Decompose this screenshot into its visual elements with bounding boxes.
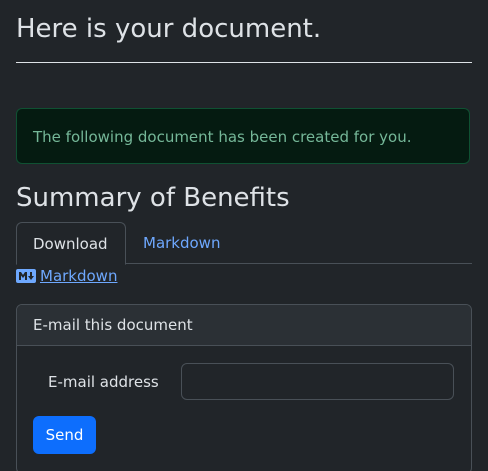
alert-text: The following document has been created … — [33, 128, 412, 146]
success-alert: The following document has been created … — [16, 108, 470, 164]
email-field-label: E-mail address — [48, 373, 159, 391]
markdown-icon — [16, 269, 36, 283]
format-tabs: Download Markdown — [16, 222, 472, 265]
tab-markdown[interactable]: Markdown — [127, 222, 236, 264]
send-button[interactable]: Send — [33, 416, 96, 454]
document-title: Summary of Benefits — [16, 183, 290, 213]
email-field[interactable] — [181, 363, 454, 400]
heading-divider — [16, 62, 472, 63]
email-card-header: E-mail this document — [17, 305, 471, 346]
markdown-link-label: Markdown — [40, 267, 118, 285]
tab-download[interactable]: Download — [16, 222, 126, 265]
markdown-download-link[interactable]: Markdown — [16, 265, 117, 287]
page-heading: Here is your document. — [16, 14, 322, 44]
email-card: E-mail this document E-mail address Send — [16, 304, 472, 471]
page: Here is your document. The following doc… — [0, 0, 488, 471]
